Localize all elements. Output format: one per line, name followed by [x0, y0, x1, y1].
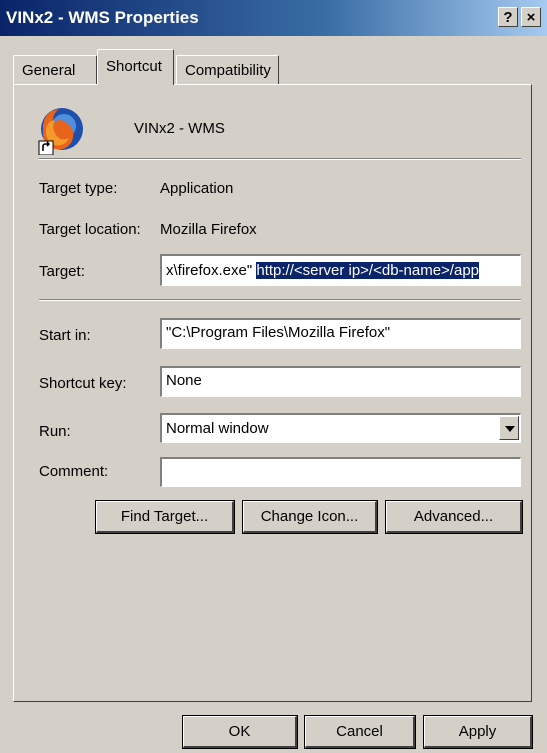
- tab-compatibility[interactable]: Compatibility: [176, 55, 279, 85]
- target-input-selection: http://<server ip>/<db-name>/app: [256, 262, 480, 279]
- start-in-label: Start in:: [39, 327, 91, 344]
- shortcut-key-label: Shortcut key:: [39, 375, 127, 392]
- run-label: Run:: [39, 423, 71, 440]
- tab-general-label: General: [22, 62, 76, 79]
- help-button[interactable]: ?: [498, 7, 518, 27]
- run-select-value: Normal window: [166, 420, 269, 437]
- target-type-label: Target type:: [39, 180, 118, 197]
- find-target-button[interactable]: Find Target...: [96, 501, 234, 533]
- ok-button[interactable]: OK: [183, 716, 297, 748]
- close-button[interactable]: ×: [521, 7, 541, 27]
- shortcut-name: VINx2 - WMS: [134, 120, 225, 137]
- shortcut-panel: VINx2 - WMS Target type: Application Tar…: [13, 84, 532, 702]
- target-input[interactable]: x\firefox.exe" http://<server ip>/<db-na…: [160, 254, 521, 286]
- cancel-button[interactable]: Cancel: [305, 716, 415, 748]
- separator: [39, 299, 521, 301]
- target-type-value: Application: [160, 180, 234, 197]
- tab-compatibility-label: Compatibility: [185, 62, 271, 79]
- tab-general[interactable]: General: [13, 55, 97, 85]
- run-select[interactable]: Normal window: [160, 413, 521, 443]
- target-label: Target:: [39, 263, 85, 280]
- target-location-label: Target location:: [39, 221, 141, 238]
- target-input-text: x\firefox.exe": [166, 262, 257, 279]
- comment-input[interactable]: [160, 457, 521, 487]
- advanced-button[interactable]: Advanced...: [386, 501, 522, 533]
- tab-shortcut[interactable]: Shortcut: [97, 49, 174, 85]
- apply-button[interactable]: Apply: [424, 716, 532, 748]
- tab-strip: General Shortcut Compatibility: [0, 45, 547, 85]
- title-bar[interactable]: VINx2 - WMS Properties ? ×: [0, 0, 547, 36]
- target-location-value: Mozilla Firefox: [160, 221, 257, 238]
- separator: [39, 158, 521, 160]
- comment-label: Comment:: [39, 463, 109, 480]
- chevron-down-icon[interactable]: [499, 416, 519, 440]
- firefox-icon: [37, 105, 87, 156]
- tab-shortcut-label: Shortcut: [106, 58, 162, 75]
- window-title: VINx2 - WMS Properties: [6, 8, 199, 27]
- change-icon-button[interactable]: Change Icon...: [243, 501, 377, 533]
- shortcut-key-input[interactable]: None: [160, 366, 521, 397]
- start-in-input[interactable]: "C:\Program Files\Mozilla Firefox": [160, 318, 521, 349]
